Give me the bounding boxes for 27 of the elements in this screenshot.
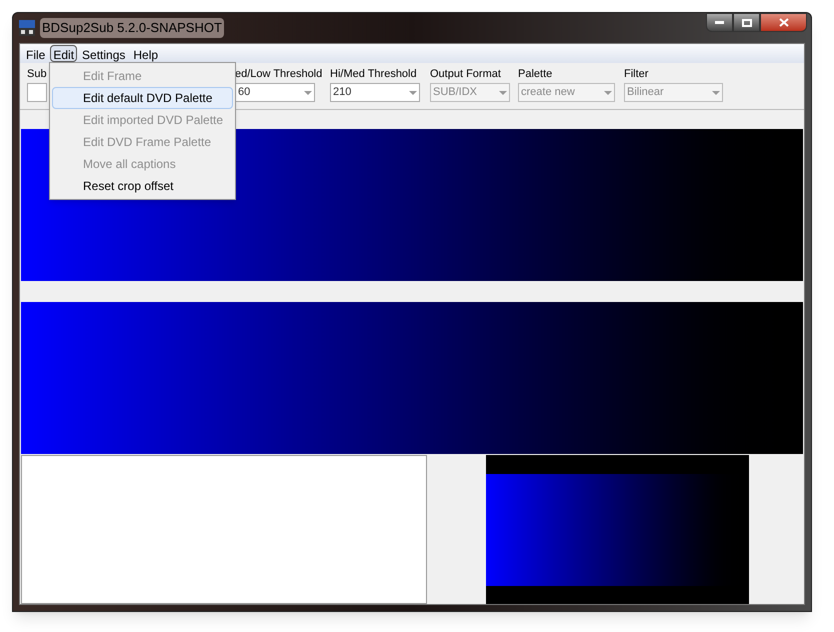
menu-item[interactable]: Help: [130, 45, 162, 62]
menu-item[interactable]: Edit: [50, 45, 78, 62]
caret-icon: [712, 90, 720, 94]
menu-item[interactable]: Settings: [79, 45, 128, 62]
close-icon: [778, 18, 788, 27]
dropdown[interactable]: 210: [330, 83, 420, 102]
menu-entry[interactable]: Reset crop offset: [52, 175, 233, 197]
menu-entry[interactable]: Edit default DVD Palette: [52, 87, 233, 109]
field-label: Output Format: [430, 67, 501, 81]
field-label: Hi/Med Threshold: [330, 67, 417, 81]
menu-item[interactable]: File: [23, 45, 48, 62]
field-label: ed/Low Threshold: [235, 67, 322, 81]
minimize-icon: [715, 21, 724, 24]
close-button[interactable]: [760, 13, 807, 32]
app-icon: [19, 20, 35, 36]
field-label: Filter: [624, 67, 648, 81]
caret-icon: [304, 90, 312, 94]
caret-icon: [409, 90, 417, 94]
caret-icon: [499, 90, 507, 94]
dropdown[interactable]: 60: [235, 83, 315, 102]
caret-icon: [604, 90, 612, 94]
field-label: Sub: [27, 67, 47, 81]
maximize-button[interactable]: [733, 13, 760, 32]
field-label: Palette: [518, 67, 552, 81]
maximize-icon: [742, 18, 752, 26]
window-title: BDSup2Sub 5.2.0-SNAPSHOT: [40, 18, 224, 38]
minimize-button[interactable]: [706, 13, 733, 32]
